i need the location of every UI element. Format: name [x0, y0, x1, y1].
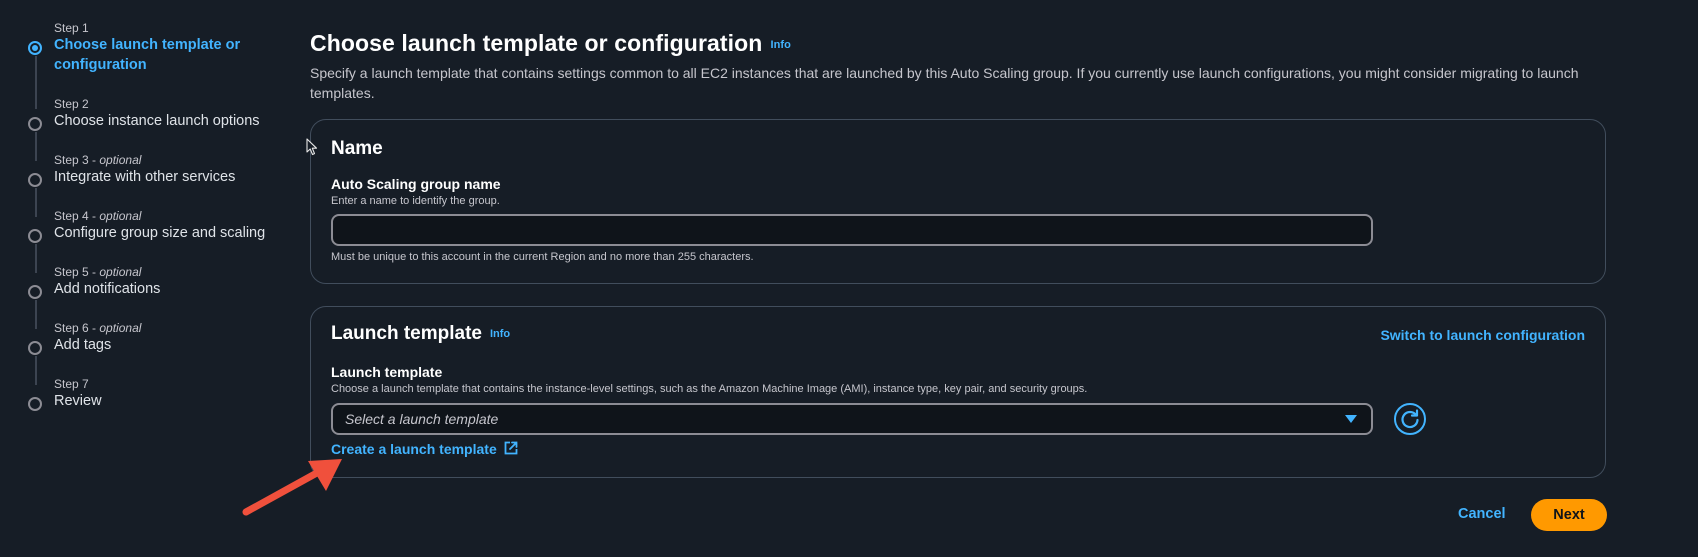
switch-to-launch-configuration-link[interactable]: Switch to launch configuration — [1380, 327, 1585, 343]
step-number: Step 6 - optional — [54, 321, 142, 335]
step-title[interactable]: Integrate with other services — [54, 167, 290, 187]
name-panel-title: Name — [331, 138, 383, 159]
annotation-arrow-icon — [242, 459, 342, 516]
wizard-step-1[interactable]: Step 1 Choose launch template or configu… — [54, 21, 290, 75]
step-1-indicator — [28, 41, 42, 55]
select-placeholder: Select a launch template — [345, 411, 499, 427]
step-title[interactable]: Add notifications — [54, 279, 290, 299]
wizard-step-4[interactable]: Step 4 - optional Configure group size a… — [54, 209, 290, 243]
launch-template-panel: Launch template Info Switch to launch con… — [310, 306, 1606, 478]
step-title[interactable]: Choose instance launch options — [54, 111, 290, 131]
step-connector — [35, 356, 37, 385]
step-number: Step 3 - optional — [54, 153, 142, 167]
step-connector — [35, 56, 37, 109]
next-button[interactable]: Next — [1531, 499, 1607, 531]
refresh-icon — [1401, 409, 1419, 429]
step-number: Step 7 — [54, 377, 89, 391]
step-number: Step 1 — [54, 21, 89, 35]
step-number: Step 4 - optional — [54, 209, 142, 223]
step-3-indicator — [28, 173, 42, 187]
page-title-text: Choose launch template or configuration — [310, 30, 763, 56]
mouse-cursor-icon — [306, 138, 318, 156]
name-panel: Name Auto Scaling group name Enter a nam… — [310, 119, 1606, 284]
asg-name-input[interactable] — [331, 214, 1373, 246]
info-link[interactable]: Info — [490, 328, 510, 340]
wizard-step-6[interactable]: Step 6 - optional Add tags — [54, 321, 290, 355]
asg-name-constraint: Must be unique to this account in the cu… — [331, 251, 754, 263]
step-title[interactable]: Configure group size and scaling — [54, 223, 290, 243]
info-link[interactable]: Info — [770, 39, 791, 51]
step-number: Step 2 — [54, 97, 89, 111]
step-title[interactable]: Review — [54, 391, 290, 411]
page-title: Choose launch template or configuration I… — [310, 30, 791, 57]
page-description: Specify a launch template that contains … — [310, 65, 1579, 101]
launch-template-select[interactable]: Select a launch template — [331, 403, 1373, 435]
step-5-indicator — [28, 285, 42, 299]
wizard-step-3[interactable]: Step 3 - optional Integrate with other s… — [54, 153, 290, 187]
caret-down-icon — [1345, 415, 1357, 423]
launch-template-label: Launch template — [331, 364, 443, 380]
step-title[interactable]: Choose launch template or configuration — [54, 35, 244, 75]
create-launch-template-text: Create a launch template — [331, 441, 497, 457]
step-title[interactable]: Add tags — [54, 335, 290, 355]
step-2-indicator — [28, 117, 42, 131]
external-link-icon — [504, 441, 518, 455]
step-4-indicator — [28, 229, 42, 243]
step-number: Step 5 - optional — [54, 265, 142, 279]
step-7-indicator — [28, 397, 42, 411]
step-connector — [35, 132, 37, 161]
step-connector — [35, 188, 37, 217]
launch-template-panel-title: Launch template Info — [331, 323, 510, 345]
step-6-indicator — [28, 341, 42, 355]
create-launch-template-link[interactable]: Create a launch template — [331, 441, 518, 457]
launch-template-description: Choose a launch template that contains t… — [331, 383, 1088, 395]
wizard-step-7[interactable]: Step 7 Review — [54, 377, 290, 411]
refresh-button[interactable] — [1394, 403, 1426, 435]
step-connector — [35, 244, 37, 273]
launch-template-title-text: Launch template — [331, 323, 482, 344]
wizard-step-5[interactable]: Step 5 - optional Add notifications — [54, 265, 290, 299]
step-connector — [35, 300, 37, 329]
asg-name-description: Enter a name to identify the group. — [331, 195, 500, 207]
asg-name-label: Auto Scaling group name — [331, 176, 501, 192]
wizard-step-2[interactable]: Step 2 Choose instance launch options — [54, 97, 290, 131]
cancel-button[interactable]: Cancel — [1458, 506, 1506, 522]
